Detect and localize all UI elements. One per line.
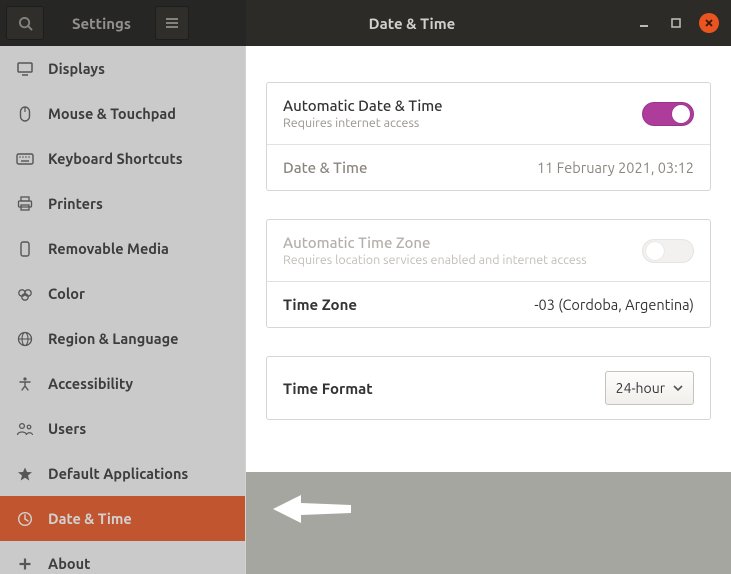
search-icon — [18, 16, 33, 31]
plus-icon — [16, 557, 34, 571]
star-icon — [16, 466, 34, 482]
printer-icon — [16, 196, 34, 212]
sidebar-item-color[interactable]: Color — [0, 271, 245, 316]
auto-datetime-toggle[interactable] — [642, 102, 694, 126]
auto-datetime-sub: Requires internet access — [283, 116, 443, 130]
close-button[interactable] — [699, 13, 719, 33]
titlebar: Settings Date & Time — [0, 0, 731, 46]
minimize-button[interactable] — [635, 14, 653, 32]
sidebar-item-label: Users — [48, 420, 86, 437]
auto-tz-sub: Requires location services enabled and i… — [283, 253, 587, 267]
time-format-select[interactable]: 24-hour — [605, 371, 694, 405]
time-format-group: Time Format 24-hour — [266, 356, 711, 420]
sidebar-item-displays[interactable]: Displays — [0, 46, 245, 91]
auto-tz-toggle — [642, 239, 694, 263]
auto-tz-row: Automatic Time Zone Requires location se… — [267, 220, 710, 281]
sidebar-item-label: Removable Media — [48, 240, 169, 257]
panel-title: Date & Time — [189, 15, 635, 32]
time-format-title: Time Format — [283, 380, 373, 397]
hamburger-icon — [165, 17, 179, 29]
display-icon — [16, 62, 34, 76]
sidebar-item-mouse-touchpad[interactable]: Mouse & Touchpad — [0, 91, 245, 136]
sidebar-item-label: Default Applications — [48, 465, 188, 482]
hamburger-button[interactable] — [155, 6, 189, 40]
window-controls — [635, 13, 731, 33]
sidebar: Displays Mouse & Touchpad Keyboard Shortcu… — [0, 46, 246, 574]
sidebar-item-region-language[interactable]: Region & Language — [0, 316, 245, 361]
sidebar-item-label: Accessibility — [48, 375, 133, 392]
tz-value: -03 (Cordoba, Argentina) — [534, 296, 694, 313]
sidebar-item-label: Region & Language — [48, 330, 179, 347]
sidebar-item-date-time[interactable]: Date & Time — [0, 496, 245, 541]
sidebar-item-keyboard-shortcuts[interactable]: Keyboard Shortcuts — [0, 136, 245, 181]
time-format-row: Time Format 24-hour — [267, 357, 710, 419]
datetime-value: 11 February 2021, 03:12 — [537, 159, 694, 176]
sidebar-item-label: Mouse & Touchpad — [48, 105, 176, 122]
datetime-row[interactable]: Date & Time 11 February 2021, 03:12 — [267, 144, 710, 190]
sidebar-item-label: About — [48, 555, 90, 572]
app-title: Settings — [72, 15, 131, 32]
mouse-icon — [16, 106, 34, 122]
sidebar-item-accessibility[interactable]: Accessibility — [0, 361, 245, 406]
accessibility-icon — [16, 376, 34, 392]
maximize-button[interactable] — [667, 14, 685, 32]
auto-datetime-row: Automatic Date & Time Requires internet … — [267, 83, 710, 144]
sidebar-item-users[interactable]: Users — [0, 406, 245, 451]
sidebar-item-about[interactable]: About — [0, 541, 245, 574]
datetime-group: Automatic Date & Time Requires internet … — [266, 82, 711, 191]
globe-icon — [16, 331, 34, 347]
auto-tz-title: Automatic Time Zone — [283, 234, 587, 251]
chevron-down-icon — [673, 385, 683, 391]
keyboard-icon — [16, 153, 34, 165]
users-icon — [16, 422, 34, 436]
sidebar-item-removable-media[interactable]: Removable Media — [0, 226, 245, 271]
clock-icon — [16, 511, 34, 527]
sidebar-item-label: Displays — [48, 60, 105, 77]
sidebar-item-printers[interactable]: Printers — [0, 181, 245, 226]
sidebar-item-label: Keyboard Shortcuts — [48, 150, 183, 167]
datetime-title: Date & Time — [283, 159, 367, 176]
tz-row[interactable]: Time Zone -03 (Cordoba, Argentina) — [267, 281, 710, 327]
color-icon — [16, 286, 34, 302]
auto-datetime-title: Automatic Date & Time — [283, 97, 443, 114]
timezone-group: Automatic Time Zone Requires location se… — [266, 219, 711, 328]
sidebar-item-label: Printers — [48, 195, 103, 212]
sidebar-item-label: Date & Time — [48, 510, 132, 527]
sidebar-item-label: Color — [48, 285, 85, 302]
tz-title: Time Zone — [283, 296, 357, 313]
sidebar-item-default-applications[interactable]: Default Applications — [0, 451, 245, 496]
content-area: Automatic Date & Time Requires internet … — [246, 46, 731, 574]
search-button[interactable] — [6, 6, 44, 40]
media-icon — [16, 241, 34, 257]
time-format-value: 24-hour — [616, 380, 665, 396]
